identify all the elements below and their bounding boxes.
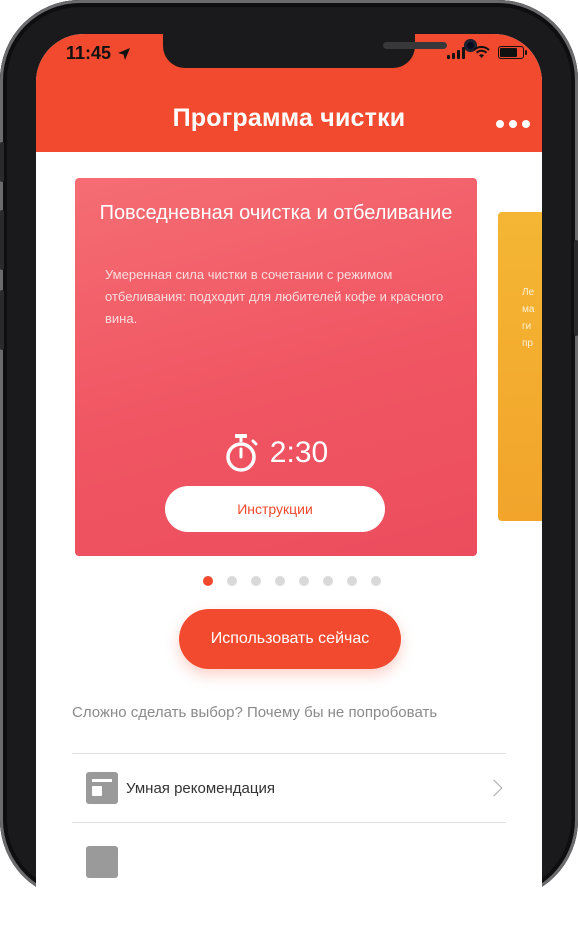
program-duration: 2:30 (75, 433, 477, 473)
screen: 11:45 Программа чистки Повседневная очис… (36, 34, 542, 934)
list-item-smart-recommendation[interactable]: Умная рекомендация (72, 755, 506, 821)
program-title: Повседневная очистка и отбеливание (99, 202, 453, 224)
list-item-label: Умная рекомендация (126, 779, 275, 797)
next-program-description: Ле ма ги пр (522, 284, 542, 352)
chevron-right-icon (485, 779, 503, 797)
more-dot (522, 120, 530, 128)
cellular-signal-icon (447, 46, 465, 59)
power-button (574, 240, 578, 336)
more-dot (496, 120, 504, 128)
page-title: Программа чистки (172, 104, 406, 132)
more-dot (509, 120, 517, 128)
wifi-icon (473, 46, 490, 58)
carousel-dot[interactable] (347, 576, 357, 586)
program-card[interactable]: Повседневная очистка и отбеливание Умере… (75, 178, 477, 556)
duration-text: 2:30 (269, 436, 329, 469)
carousel-dot[interactable] (323, 576, 333, 586)
list-item-icon (86, 846, 118, 878)
divider (72, 753, 506, 754)
use-now-button[interactable]: Использовать сейчас (179, 609, 401, 669)
more-options-button[interactable] (496, 120, 530, 128)
choice-prompt: Сложно сделать выбор? Почему бы не попро… (72, 704, 438, 721)
status-time: 11:45 (66, 43, 131, 64)
carousel-dot[interactable] (299, 576, 309, 586)
carousel-dot[interactable] (371, 576, 381, 586)
next-program-line: ма (522, 304, 535, 315)
location-arrow-icon (118, 47, 131, 60)
carousel-indicator (39, 576, 542, 586)
notch (163, 34, 477, 68)
carousel-dot[interactable] (275, 576, 285, 586)
thumbs-up-document-icon (86, 772, 118, 804)
divider (72, 822, 506, 823)
carousel-dot[interactable] (251, 576, 261, 586)
volume-down-button (0, 290, 4, 350)
next-program-line: пр (522, 338, 533, 349)
battery-level (500, 48, 517, 57)
silent-switch (0, 142, 4, 182)
speaker (383, 42, 447, 49)
program-description: Умеренная сила чистки в сочетании с режи… (105, 267, 444, 326)
status-time-text: 11:45 (66, 43, 112, 63)
status-icons (447, 46, 527, 59)
battery-icon (498, 46, 527, 59)
next-program-line: Ле (522, 287, 535, 298)
instructions-button[interactable]: Инструкции (165, 486, 385, 532)
carousel-dot[interactable] (227, 576, 237, 586)
stopwatch-icon (226, 434, 258, 472)
volume-up-button (0, 210, 4, 270)
next-program-card[interactable]: Ле ма ги пр (498, 212, 542, 521)
carousel-dot[interactable] (203, 576, 213, 586)
next-program-line: ги (522, 321, 532, 332)
